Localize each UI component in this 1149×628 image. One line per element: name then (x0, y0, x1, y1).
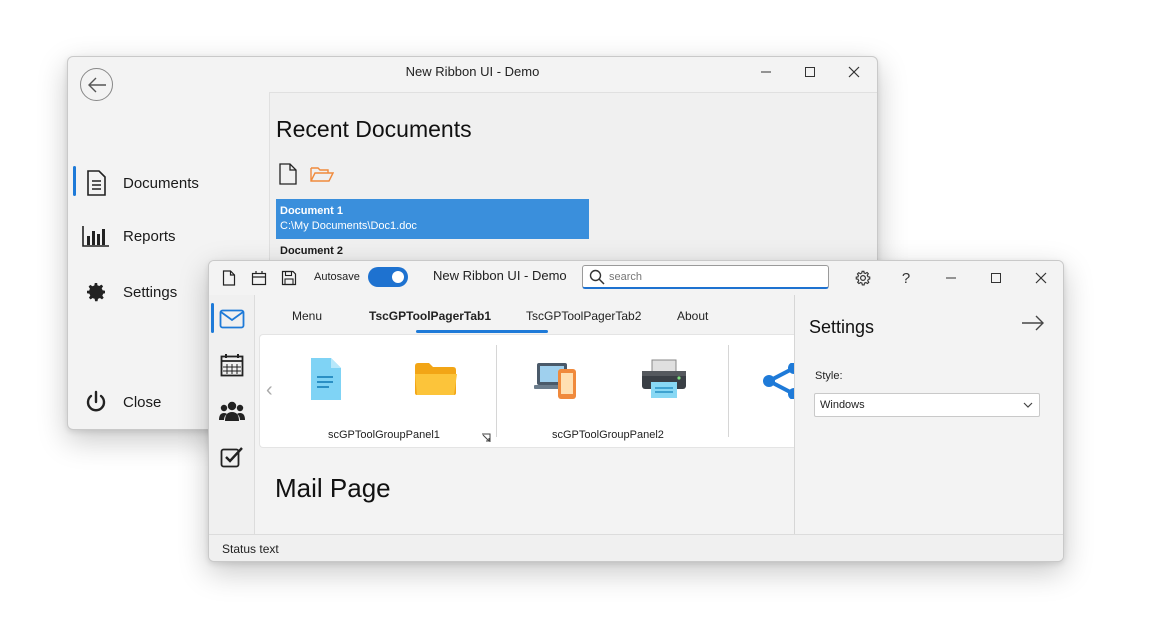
close-pane-button[interactable] (1021, 315, 1045, 336)
tab-about[interactable]: About (677, 309, 708, 323)
arrow-left-icon (87, 77, 106, 92)
back-button[interactable] (80, 68, 113, 101)
gear-icon (82, 278, 110, 306)
title-bar: New Ribbon UI - Demo (68, 57, 877, 89)
tab-toolpager-2[interactable]: TscGPToolPagerTab2 (526, 309, 641, 323)
maximize-button[interactable] (788, 57, 832, 87)
tab-toolpager-1[interactable]: TscGPToolPagerTab1 (369, 309, 491, 323)
document-name: Document 1 (280, 205, 343, 217)
devices-tool-button[interactable] (530, 351, 586, 407)
document-tool-button[interactable] (297, 351, 353, 407)
blue-document-icon (311, 358, 341, 400)
new-button[interactable] (218, 267, 240, 289)
close-icon (848, 66, 860, 78)
recent-document-item[interactable]: Document 1 C:\My Documents\Doc1.doc (276, 199, 589, 239)
open-folder-icon (310, 167, 335, 182)
ribbon-panel: ‹ scGPToolGroupPanel1 scGPToolGroupPanel… (259, 334, 794, 448)
ribbon-tabs: Menu TscGPToolPagerTab1 TscGPToolPagerTa… (256, 295, 794, 335)
arrow-right-icon (1022, 315, 1044, 331)
window-title: New Ribbon UI - Demo (433, 268, 567, 283)
recent-documents-title: Recent Documents (276, 116, 472, 142)
search-input[interactable] (609, 268, 819, 286)
backstage-item-label: Settings (123, 283, 178, 301)
question-mark-icon: ? (901, 269, 911, 287)
close-icon (1035, 272, 1047, 284)
open-folder-button[interactable] (310, 165, 335, 188)
group-panel-label: scGPToolGroupPanel1 (328, 429, 440, 441)
title-bar: Autosave New Ribbon UI - Demo ? (209, 261, 1063, 295)
calendar-icon (220, 354, 244, 377)
calendar-file-icon (251, 271, 267, 286)
power-icon (82, 388, 110, 416)
autosave-label: Autosave (314, 271, 360, 283)
devices-icon (534, 363, 576, 399)
printer-tool-button[interactable] (636, 351, 692, 407)
nav-contacts[interactable] (209, 391, 255, 431)
nav-tasks[interactable] (209, 437, 255, 477)
share-icon (763, 362, 794, 400)
minimize-button[interactable] (744, 57, 788, 87)
chevron-down-icon (1023, 402, 1033, 408)
dialog-launcher-icon (482, 433, 491, 442)
settings-title: Settings (809, 317, 875, 337)
gear-icon (855, 270, 871, 286)
dialog-launcher-button[interactable] (481, 431, 492, 447)
maximize-icon (805, 67, 815, 77)
share-tool-button[interactable] (760, 362, 794, 404)
autosave-toggle[interactable] (368, 267, 408, 287)
open-button[interactable] (248, 267, 270, 289)
scroll-left-button[interactable]: ‹ (266, 379, 273, 402)
maximize-button[interactable] (974, 263, 1018, 293)
group-panel-label: scGPToolGroupPanel2 (552, 429, 664, 441)
search-box[interactable] (582, 265, 829, 289)
document-name: Document 2 (280, 245, 343, 257)
backstage-item-label: Reports (123, 227, 176, 245)
new-file-icon (279, 163, 297, 185)
tab-menu[interactable]: Menu (292, 309, 322, 323)
document-icon (82, 169, 110, 197)
folder-icon (415, 363, 457, 395)
side-navigation (209, 295, 255, 535)
main-window: Autosave New Ribbon UI - Demo ? (208, 260, 1064, 562)
backstage-item-documents[interactable]: Documents (68, 166, 268, 200)
bar-chart-icon (82, 222, 110, 250)
search-icon (589, 269, 605, 285)
people-icon (219, 401, 245, 421)
help-button[interactable]: ? (895, 267, 917, 289)
new-document-button[interactable] (278, 163, 298, 190)
style-select[interactable]: Windows (814, 393, 1040, 417)
save-button[interactable] (278, 267, 300, 289)
page-title: Mail Page (275, 473, 391, 503)
nav-calendar[interactable] (209, 345, 255, 385)
maximize-icon (991, 273, 1001, 283)
minimize-button[interactable] (929, 263, 973, 293)
new-file-icon (222, 270, 236, 286)
style-value: Windows (820, 399, 865, 411)
folder-tool-button[interactable] (408, 351, 464, 407)
group-separator (728, 345, 729, 437)
backstage-item-reports[interactable]: Reports (68, 219, 268, 253)
style-label: Style: (815, 370, 843, 382)
document-path: C:\My Documents\Doc1.doc (280, 220, 417, 232)
settings-button[interactable] (852, 267, 874, 289)
active-tab-indicator (416, 330, 548, 333)
status-text: Status text (222, 542, 279, 556)
status-bar: Status text (209, 534, 1063, 561)
backstage-item-label: Documents (123, 174, 199, 192)
save-icon (281, 270, 297, 286)
settings-pane: Settings Style: Windows (794, 295, 1063, 535)
task-check-icon (220, 447, 243, 468)
minimize-icon (946, 277, 956, 279)
close-window-button[interactable] (1019, 263, 1063, 293)
backstage-item-label: Close (123, 393, 162, 411)
mail-icon (219, 309, 245, 329)
nav-mail[interactable] (209, 299, 255, 339)
printer-icon (642, 359, 686, 398)
minimize-icon (761, 71, 771, 73)
close-window-button[interactable] (832, 57, 876, 87)
group-separator (496, 345, 497, 437)
